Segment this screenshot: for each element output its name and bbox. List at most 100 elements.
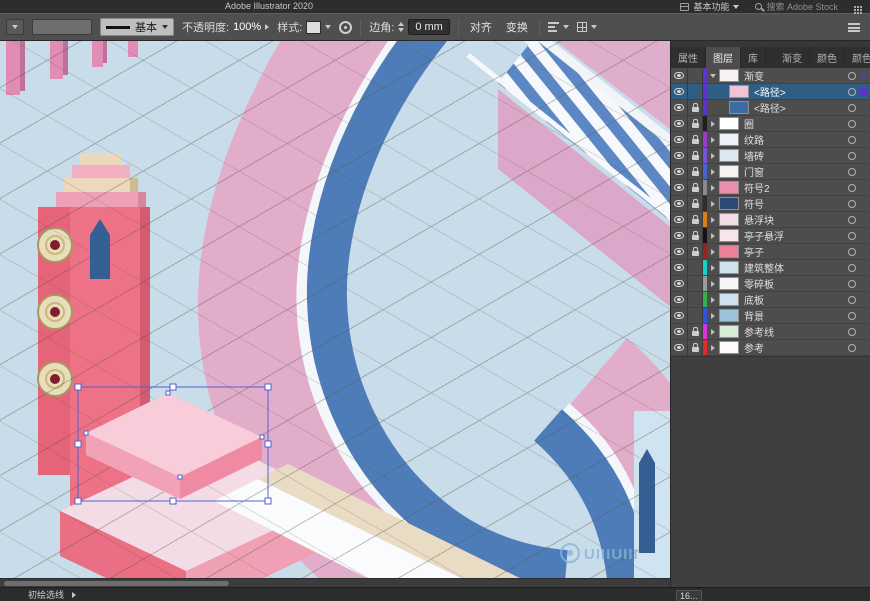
target-circle[interactable] bbox=[845, 280, 858, 288]
layer-name[interactable]: 参考 bbox=[739, 340, 845, 355]
lock-toggle[interactable] bbox=[688, 308, 703, 323]
target-circle[interactable] bbox=[845, 88, 858, 96]
corner-value-field[interactable]: 0 mm bbox=[408, 19, 450, 35]
workspace-switcher[interactable]: 基本功能 bbox=[680, 0, 739, 13]
lock-toggle[interactable] bbox=[688, 100, 703, 115]
stock-search[interactable]: 搜索 Adobe Stock bbox=[755, 0, 838, 13]
visibility-toggle[interactable] bbox=[671, 292, 688, 307]
visibility-toggle[interactable] bbox=[671, 164, 688, 179]
panel-menu-icon[interactable] bbox=[848, 23, 860, 32]
transform-button[interactable]: 变换 bbox=[503, 17, 531, 37]
expand-chevron[interactable] bbox=[707, 74, 719, 78]
target-circle[interactable] bbox=[845, 264, 858, 272]
layer-thumbnail[interactable] bbox=[719, 69, 739, 82]
layer-row[interactable]: 参考线 bbox=[671, 324, 870, 340]
layer-name[interactable]: 符号2 bbox=[739, 180, 845, 195]
layer-thumbnail[interactable] bbox=[719, 133, 739, 146]
layer-name[interactable]: 背景 bbox=[739, 308, 845, 323]
opacity-dropdown-chevron[interactable] bbox=[265, 24, 269, 30]
layer-thumbnail[interactable] bbox=[719, 213, 739, 226]
visibility-toggle[interactable] bbox=[671, 276, 688, 291]
selection-square[interactable] bbox=[858, 73, 869, 78]
target-circle[interactable] bbox=[845, 232, 858, 240]
expand-chevron[interactable] bbox=[707, 233, 719, 239]
lock-toggle[interactable] bbox=[688, 228, 703, 243]
lock-toggle[interactable] bbox=[688, 324, 703, 339]
visibility-toggle[interactable] bbox=[671, 244, 688, 259]
target-circle[interactable] bbox=[845, 184, 858, 192]
lock-toggle[interactable] bbox=[688, 84, 703, 99]
layer-row[interactable]: 底板 bbox=[671, 292, 870, 308]
target-circle[interactable] bbox=[845, 248, 858, 256]
selection-handle[interactable] bbox=[265, 441, 271, 447]
canvas[interactable]: UIIIUIII bbox=[0, 41, 670, 587]
selection-handle[interactable] bbox=[265, 384, 271, 390]
lock-toggle[interactable] bbox=[688, 292, 703, 307]
selected-object[interactable] bbox=[86, 393, 262, 499]
layer-thumbnail[interactable] bbox=[719, 245, 739, 258]
target-circle[interactable] bbox=[845, 168, 858, 176]
expand-chevron[interactable] bbox=[707, 201, 719, 207]
layer-row[interactable]: 零碎板 bbox=[671, 276, 870, 292]
selection-handle[interactable] bbox=[170, 384, 176, 390]
layer-row[interactable]: <路径> bbox=[671, 100, 870, 116]
layer-thumbnail[interactable] bbox=[719, 341, 739, 354]
visibility-toggle[interactable] bbox=[671, 116, 688, 131]
lock-toggle[interactable] bbox=[688, 212, 703, 227]
expand-chevron[interactable] bbox=[707, 121, 719, 127]
transform-options-dropdown[interactable] bbox=[577, 22, 597, 32]
visibility-toggle[interactable] bbox=[671, 228, 688, 243]
target-circle[interactable] bbox=[845, 120, 858, 128]
visibility-toggle[interactable] bbox=[671, 132, 688, 147]
status-chevron[interactable] bbox=[72, 592, 76, 598]
layer-name[interactable]: 悬浮块 bbox=[739, 212, 845, 227]
panel-tab[interactable]: 库 bbox=[741, 47, 766, 68]
layer-name[interactable]: 亭子悬浮 bbox=[739, 228, 845, 243]
selection-handle[interactable] bbox=[170, 498, 176, 504]
layer-thumbnail[interactable] bbox=[719, 325, 739, 338]
visibility-toggle[interactable] bbox=[671, 308, 688, 323]
target-circle[interactable] bbox=[845, 72, 858, 80]
layer-name[interactable]: 底板 bbox=[739, 292, 845, 307]
scrollbar-thumb[interactable] bbox=[4, 581, 229, 586]
lock-toggle[interactable] bbox=[688, 276, 703, 291]
anchor-point[interactable] bbox=[166, 391, 170, 395]
visibility-toggle[interactable] bbox=[671, 340, 688, 355]
expand-chevron[interactable] bbox=[707, 329, 719, 335]
layer-thumbnail[interactable] bbox=[729, 85, 749, 98]
layer-name[interactable]: 纹路 bbox=[739, 132, 845, 147]
visibility-toggle[interactable] bbox=[671, 148, 688, 163]
layer-thumbnail[interactable] bbox=[719, 117, 739, 130]
visibility-toggle[interactable] bbox=[671, 212, 688, 227]
visibility-toggle[interactable] bbox=[671, 196, 688, 211]
layer-name[interactable]: 零碎板 bbox=[739, 276, 845, 291]
lock-toggle[interactable] bbox=[688, 148, 703, 163]
target-circle[interactable] bbox=[845, 296, 858, 304]
selection-handle[interactable] bbox=[75, 441, 81, 447]
expand-chevron[interactable] bbox=[707, 249, 719, 255]
expand-chevron[interactable] bbox=[707, 153, 719, 159]
zoom-field[interactable]: 16... bbox=[676, 590, 702, 601]
lock-toggle[interactable] bbox=[688, 180, 703, 195]
recolor-artwork-icon[interactable] bbox=[339, 21, 352, 34]
layer-name[interactable]: 墙砖 bbox=[739, 148, 845, 163]
layer-row[interactable]: 纹路 bbox=[671, 132, 870, 148]
layer-name[interactable]: 圈 bbox=[739, 116, 845, 131]
expand-chevron[interactable] bbox=[707, 345, 719, 351]
layer-row[interactable]: 背景 bbox=[671, 308, 870, 324]
lock-toggle[interactable] bbox=[688, 68, 703, 83]
layer-thumbnail[interactable] bbox=[719, 293, 739, 306]
panel-tab[interactable]: 颜色 bbox=[810, 47, 845, 68]
layer-thumbnail[interactable] bbox=[719, 229, 739, 242]
panel-tab[interactable]: 颜色参 bbox=[845, 47, 870, 68]
opacity-value[interactable]: 100% bbox=[233, 21, 261, 33]
expand-chevron[interactable] bbox=[707, 297, 719, 303]
layer-thumbnail[interactable] bbox=[719, 149, 739, 162]
lock-toggle[interactable] bbox=[688, 260, 703, 275]
anchor-point[interactable] bbox=[260, 435, 264, 439]
expand-chevron[interactable] bbox=[707, 281, 719, 287]
visibility-toggle[interactable] bbox=[671, 100, 688, 115]
layer-name[interactable]: 参考线 bbox=[739, 324, 845, 339]
layer-name[interactable]: 渐变 bbox=[739, 68, 845, 83]
layer-name[interactable]: 符号 bbox=[739, 196, 845, 211]
